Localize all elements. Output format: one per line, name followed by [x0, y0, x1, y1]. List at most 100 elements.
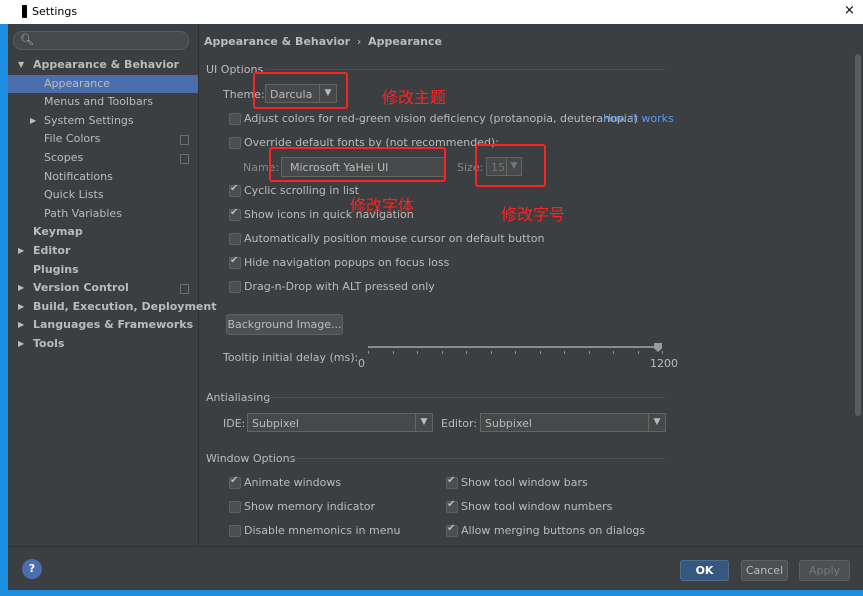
apply-button[interactable]: Apply	[799, 560, 850, 581]
help-icon[interactable]: ?	[22, 559, 42, 579]
sidebar-item-scopes[interactable]: Scopes	[8, 149, 198, 168]
sidebar-item-menus-and-toolbars[interactable]: Menus and Toolbars	[8, 93, 198, 112]
tool-window-numbers-checkbox[interactable]	[446, 499, 458, 513]
settings-sidebar: 🔍︎ ▼ Appearance & Behavior Appearance Menus…	[8, 24, 216, 546]
override-fonts-checkbox[interactable]	[229, 137, 241, 149]
background-image-button[interactable]: Background Image...	[226, 314, 343, 335]
chevron-right-icon[interactable]: ▶	[18, 242, 24, 261]
search-icon[interactable]: 🔍︎	[20, 33, 34, 46]
show-icons-checkbox[interactable]	[229, 207, 241, 221]
sidebar-item-tools[interactable]: ▶ Tools	[8, 335, 198, 354]
ide-aa-value: Subpixel	[252, 417, 299, 430]
section-divider	[289, 458, 665, 459]
animate-windows-label: Animate windows	[244, 476, 342, 489]
sidebar-item-label: Menus and Toolbars	[44, 95, 153, 109]
sidebar-item-languages-frameworks[interactable]: ▶ Languages & Frameworks	[8, 316, 198, 335]
sidebar-item-label: File Colors	[44, 132, 101, 146]
slider-tick	[613, 351, 614, 354]
auto-cursor-label: Automatically position mouse cursor on d…	[244, 232, 545, 245]
tooltip-delay-label: Tooltip initial delay (ms):	[223, 351, 359, 364]
ide-aa-select[interactable]: Subpixel ▼	[247, 413, 433, 432]
chevron-down-icon: ▼	[415, 414, 432, 431]
sidebar-item-label: Appearance	[44, 76, 111, 90]
chevron-down-icon[interactable]: ▼	[18, 56, 24, 75]
chevron-right-icon[interactable]: ▶	[18, 316, 24, 335]
slider-thumb[interactable]	[654, 343, 662, 352]
slider-tick	[637, 351, 639, 354]
sidebar-item-file-colors[interactable]: File Colors	[8, 130, 198, 149]
sidebar-item-label: Path Variables	[44, 206, 122, 220]
editor-aa-select[interactable]: Subpixel ▼	[480, 413, 666, 432]
chevron-right-icon[interactable]: ▶	[18, 298, 24, 317]
auto-cursor-checkbox[interactable]	[229, 233, 241, 245]
memory-indicator-checkbox[interactable]	[229, 501, 241, 513]
hide-nav-checkbox[interactable]	[229, 255, 241, 269]
chevron-right-icon[interactable]: ▶	[18, 335, 24, 354]
sidebar-item-appearance-behavior[interactable]: ▼ Appearance & Behavior	[8, 56, 198, 75]
project-scope-icon	[180, 135, 189, 146]
search-input[interactable]: 🔍︎	[13, 31, 189, 50]
project-scope-icon	[180, 153, 189, 164]
sidebar-item-plugins[interactable]: Plugins	[8, 261, 198, 280]
sidebar-item-label: Version Control	[33, 281, 129, 295]
sidebar-item-label: Build, Execution, Deployment	[33, 299, 217, 313]
ok-button[interactable]: OK	[680, 560, 729, 581]
sidebar-item-quick-lists[interactable]: Quick Lists	[8, 186, 198, 205]
breadcrumb: Appearance & Behavior › Appearance	[204, 35, 442, 48]
window-title: Settings	[32, 5, 78, 18]
slider-tick	[564, 351, 565, 354]
scrollbar[interactable]	[855, 54, 861, 416]
sidebar-item-notifications[interactable]: Notifications	[8, 168, 198, 187]
sidebar-item-system-settings[interactable]: ▶ System Settings	[8, 112, 198, 131]
slider-tick	[662, 351, 663, 354]
dialog-footer: ? OK Cancel Apply	[8, 546, 863, 590]
theme-annotation: 修改主题	[382, 88, 447, 107]
size-annotation: 修改字号	[501, 205, 566, 224]
appearance-panel: Appearance & Behavior › Appearance UI Op…	[199, 24, 853, 546]
project-scope-icon	[180, 284, 189, 295]
slider-min-label: 0	[358, 357, 365, 370]
cyclic-scrolling-checkbox[interactable]	[229, 183, 241, 197]
breadcrumb-separator: ›	[356, 35, 362, 48]
disable-mnemonics-label: Disable mnemonics in menu	[244, 524, 401, 537]
slider-tick	[515, 351, 516, 354]
window-options-heading: Window Options	[206, 452, 296, 465]
tool-window-bars-label: Show tool window bars	[461, 476, 588, 489]
breadcrumb-current: Appearance	[368, 35, 442, 48]
font-annotation: 修改字体	[350, 196, 415, 215]
sidebar-item-keymap[interactable]: Keymap	[8, 223, 198, 242]
tooltip-delay-slider[interactable]: 0 1200	[358, 343, 678, 370]
how-it-works-link[interactable]: How it works	[603, 112, 674, 125]
dnd-label: Drag-n-Drop with ALT pressed only	[244, 280, 435, 293]
close-icon[interactable]: ×	[844, 3, 855, 18]
cancel-button[interactable]: Cancel	[741, 560, 788, 581]
disable-mnemonics-checkbox[interactable]	[229, 525, 241, 537]
title-bar: Settings ×	[0, 0, 863, 24]
hide-nav-label: Hide navigation popups on focus loss	[244, 256, 450, 269]
sidebar-item-label: Languages & Frameworks	[33, 318, 194, 332]
merging-buttons-checkbox[interactable]	[446, 523, 458, 537]
sidebar-item-label: Notifications	[44, 169, 113, 183]
sidebar-item-label: Editor	[33, 243, 71, 257]
chevron-right-icon[interactable]: ▶	[18, 279, 24, 298]
colorblind-checkbox[interactable]	[229, 113, 241, 125]
sidebar-item-label: Quick Lists	[44, 188, 104, 202]
animate-windows-checkbox[interactable]	[229, 475, 241, 489]
sidebar-item-version-control[interactable]: ▶ Version Control	[8, 279, 198, 298]
theme-annotation-box	[253, 72, 348, 109]
sidebar-item-build-execution-deployment[interactable]: ▶ Build, Execution, Deployment	[8, 298, 216, 317]
sidebar-item-appearance[interactable]: Appearance	[8, 74, 198, 94]
font-annotation-box	[269, 147, 446, 182]
slider-tick	[417, 351, 418, 354]
sidebar-item-path-variables[interactable]: Path Variables	[8, 205, 198, 224]
editor-aa-value: Subpixel	[485, 417, 532, 430]
chevron-right-icon[interactable]: ▶	[30, 112, 36, 131]
size-annotation-box	[475, 144, 546, 187]
slider-tick	[466, 351, 467, 354]
settings-tree: ▼ Appearance & Behavior Appearance Menus an…	[8, 56, 216, 354]
sidebar-item-editor[interactable]: ▶ Editor	[8, 242, 198, 261]
breadcrumb-parent[interactable]: Appearance & Behavior	[204, 35, 350, 48]
tool-window-bars-checkbox[interactable]	[446, 475, 458, 489]
slider-track	[368, 346, 662, 348]
dnd-checkbox[interactable]	[229, 281, 241, 293]
